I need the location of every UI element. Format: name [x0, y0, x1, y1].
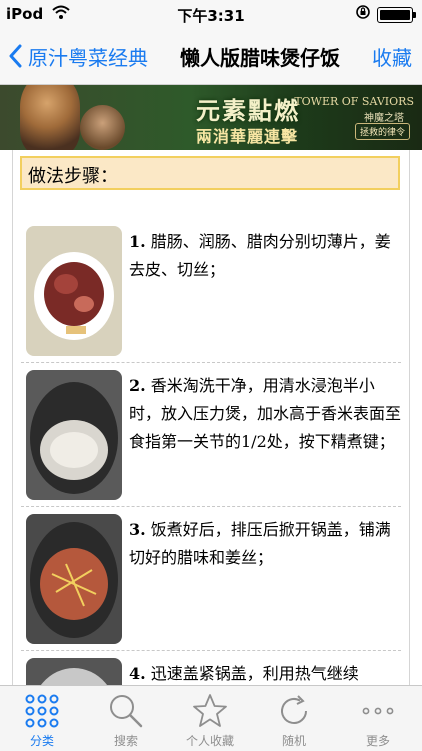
step-1-text: 1. 腊肠、润肠、腊肉分别切薄片，姜去皮、切丝；: [129, 228, 401, 284]
tab-more[interactable]: 更多: [336, 686, 420, 751]
banner-brand-cn: 神魔之塔: [364, 113, 404, 124]
step-item: 3. 饭煮好后，排压后掀开锅盖，铺满切好的腊味和姜丝；: [13, 512, 409, 650]
banner-character-image: [20, 85, 80, 150]
tab-favorites[interactable]: 个人收藏: [168, 686, 252, 751]
tab-label: 分类: [29, 734, 54, 748]
step-3-text: 3. 饭煮好后，排压后掀开锅盖，铺满切好的腊味和姜丝；: [129, 516, 401, 572]
search-icon: [110, 695, 143, 728]
step-description: 香米淘洗干净，用清水浸泡半小时，放入压力煲，加水高于香米表面至食指第一关节的1/…: [129, 376, 402, 451]
step-number: 4.: [129, 664, 146, 683]
step-number: 2.: [129, 376, 146, 395]
tab-label: 个人收藏: [185, 734, 234, 748]
banner-slogan-sub: 兩消華麗連擊: [196, 127, 299, 146]
step-number: 3.: [129, 520, 146, 539]
chevron-left-icon: [9, 44, 22, 68]
banner-brand-tag: 拯救的律令: [354, 123, 410, 140]
step-4-text: 4. 迅速盖紧锅盖，利用热气继续: [129, 660, 401, 685]
section-title: 做法步骤：: [28, 166, 118, 187]
tab-label: 更多: [365, 734, 390, 748]
step-item: 2. 香米淘洗干净，用清水浸泡半小时，放入压力煲，加水高于香米表面至食指第一关节…: [13, 368, 409, 506]
banner-brand-en: TOWER OF SAVIORS: [294, 95, 414, 108]
page-title: 懒人版腊味煲仔饭: [180, 46, 340, 70]
divider: [21, 650, 401, 651]
battery-icon: [377, 7, 416, 23]
tab-search[interactable]: 搜索: [84, 686, 168, 751]
status-bar: iPod 下午3:31: [0, 0, 422, 28]
tab-label: 搜索: [113, 734, 138, 748]
back-button-label: 原汁粤菜经典: [28, 45, 148, 70]
back-button[interactable]: 原汁粤菜经典: [8, 40, 148, 72]
step-1-photo: [26, 226, 122, 356]
step-description: 腊肠、润肠、腊肉分别切薄片，姜去皮、切丝；: [129, 232, 391, 279]
tab-random[interactable]: 随机: [252, 686, 336, 751]
ad-banner[interactable]: 元素點燃 兩消華麗連擊 TOWER OF SAVIORS 神魔之塔 拯救的律令: [0, 85, 422, 150]
step-description: 迅速盖紧锅盖，利用热气继续: [150, 664, 359, 683]
step-2-text: 2. 香米淘洗干净，用清水浸泡半小时，放入压力煲，加水高于香米表面至食指第一关节…: [129, 372, 401, 456]
section-header: 做法步骤：: [20, 156, 400, 190]
rotation-lock-icon: [355, 4, 371, 24]
banner-slogan-main: 元素點燃: [196, 97, 300, 125]
recipe-content[interactable]: 做法步骤： 1. 腊肠、润肠、腊肉分别切薄片，姜去皮、切丝； 2. 香米淘洗干净…: [12, 150, 410, 685]
tab-bar: 分类 搜索 个人收藏 随机 更多: [0, 685, 422, 751]
step-2-photo: [26, 370, 122, 500]
tab-label: 随机: [281, 734, 306, 748]
favorite-button[interactable]: 收藏: [372, 42, 412, 71]
step-4-photo: [26, 658, 122, 685]
star-icon: [193, 694, 227, 727]
step-3-photo: [26, 514, 122, 644]
divider: [21, 362, 401, 363]
banner-pet-image: [80, 105, 125, 150]
step-item: 1. 腊肠、润肠、腊肉分别切薄片，姜去皮、切丝；: [13, 224, 409, 362]
tab-category[interactable]: 分类: [0, 686, 84, 751]
refresh-icon: [281, 695, 307, 724]
step-number: 1.: [129, 232, 146, 251]
divider: [21, 506, 401, 507]
more-icon: [362, 707, 394, 715]
step-item: 4. 迅速盖紧锅盖，利用热气继续: [13, 656, 409, 685]
navigation-bar: 原汁粤菜经典 懒人版腊味煲仔饭 收藏: [0, 28, 422, 85]
step-description: 饭煮好后，排压后掀开锅盖，铺满切好的腊味和姜丝；: [129, 520, 391, 567]
grid-icon: [25, 694, 59, 728]
